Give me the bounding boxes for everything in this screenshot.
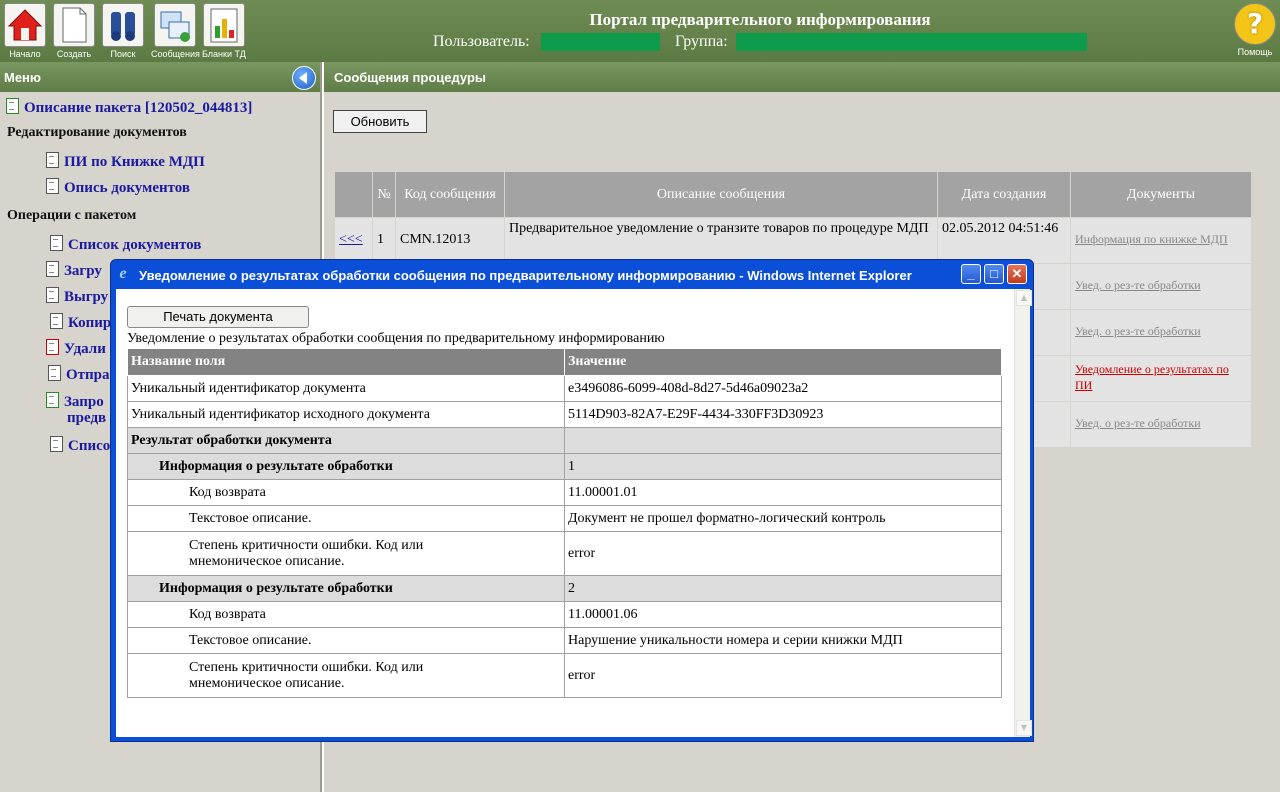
group-label: Группа: <box>675 33 728 50</box>
col-docs: Документы <box>1070 171 1252 218</box>
popup-title: Уведомление о результатах обработки сооб… <box>139 268 912 283</box>
document-icon <box>46 178 59 194</box>
col-num: № <box>372 171 396 218</box>
document-list-icon <box>50 436 63 452</box>
send-icon <box>48 365 61 381</box>
help-icon: ? <box>1234 3 1276 45</box>
maximize-button[interactable]: □ <box>984 264 1004 284</box>
doc-link[interactable]: Уведомление о результатах по ПИ <box>1075 362 1229 392</box>
user-label: Пользователь: <box>433 33 530 50</box>
section-edit-docs: Редактирование документов <box>7 125 187 140</box>
notification-caption: Уведомление о результатах обработки сооб… <box>127 331 665 346</box>
sidebar-item-doc-list[interactable]: Список документов <box>50 235 201 254</box>
table-row: Текстовое описание. Документ не прошел ф… <box>127 505 1002 532</box>
toolbar-forms-button[interactable]: Бланки ТД <box>202 3 246 59</box>
header-bar: Начало Создать Поиск Сообщения Бланки ТД… <box>0 0 1280 62</box>
sidebar-item-request[interactable]: Запро <box>46 392 104 411</box>
sidebar-item-delete[interactable]: Удали <box>46 339 106 358</box>
ie-popup-window: e Уведомление о результатах обработки со… <box>110 259 1034 742</box>
collapse-arrow-icon[interactable] <box>292 66 316 90</box>
binoculars-icon <box>102 3 144 47</box>
sidebar-item-list[interactable]: Списо <box>50 436 110 455</box>
sidebar-item-tir-carnet[interactable]: ПИ по Книжке МДП <box>46 152 205 171</box>
package-link[interactable]: Описание пакета [120502_044813] <box>6 98 252 117</box>
toolbar-messages-button[interactable]: Сообщения <box>151 3 200 59</box>
table-row: Информация о результате обработки 2 <box>127 575 1002 602</box>
doc-link[interactable]: Информация по книжке МДП <box>1075 232 1228 246</box>
row-desc: Предварительное уведомление о транзите т… <box>504 217 938 264</box>
document-list-icon <box>50 235 63 251</box>
table-row: Текстовое описание. Нарушение уникальнос… <box>127 627 1002 654</box>
user-field <box>541 33 660 51</box>
table-row: Результат обработки документа <box>127 427 1002 454</box>
toolbar-search-button[interactable]: Поиск <box>102 3 144 59</box>
refresh-button[interactable]: Обновить <box>333 110 427 133</box>
col-nav <box>334 171 373 218</box>
col-field-name: Название поля <box>127 348 565 376</box>
package-icon <box>6 98 19 114</box>
table-row: Уникальный идентификатор исходного докум… <box>127 401 1002 428</box>
toolbar-home-button[interactable]: Начало <box>4 3 46 59</box>
download-icon <box>46 287 59 303</box>
copy-icon <box>50 313 63 329</box>
home-icon <box>4 3 46 47</box>
section-package-ops: Операции с пакетом <box>7 208 137 223</box>
table-row: Код возврата 11.00001.01 <box>127 479 1002 506</box>
table-row: Код возврата 11.00001.06 <box>127 601 1002 628</box>
request-icon <box>46 392 59 408</box>
print-document-button[interactable]: Печать документа <box>127 306 309 328</box>
row-num: 1 <box>372 217 396 264</box>
main-header: Сообщения процедуры <box>324 62 1280 92</box>
sidebar-item-send[interactable]: Отпра <box>48 365 110 384</box>
menu-title: Меню <box>4 70 42 85</box>
portal-title: Портал предварительного информирования <box>589 10 931 29</box>
popup-content: ▲ ▼ Печать документа Уведомление о резул… <box>116 289 1032 737</box>
col-value: Значение <box>564 348 1002 376</box>
upload-icon <box>46 261 59 277</box>
sidebar-item-doc-inventory[interactable]: Опись документов <box>46 178 190 197</box>
sidebar-item-upload[interactable]: Загру <box>46 261 102 280</box>
table-row: Степень критичности ошибки. Код или мнем… <box>127 653 1002 698</box>
doc-link[interactable]: Увед. о рез-те обработки <box>1075 324 1201 338</box>
new-document-icon <box>53 3 95 47</box>
row-date: 02.05.2012 04:51:46 <box>937 217 1071 264</box>
messages-icon <box>154 3 197 47</box>
scroll-up-icon[interactable]: ▲ <box>1016 290 1032 306</box>
document-icon <box>46 152 59 168</box>
group-field <box>736 33 1087 51</box>
chart-icon <box>202 3 245 47</box>
table-row: Информация о результате обработки 1 <box>127 453 1002 480</box>
minimize-button[interactable]: _ <box>961 264 981 284</box>
table-row: Уникальный идентификатор документа e3496… <box>127 375 1002 402</box>
doc-link[interactable]: Увед. о рез-те обработки <box>1075 278 1201 292</box>
vertical-scrollbar[interactable]: ▲ ▼ <box>1014 289 1032 737</box>
sidebar-item-copy[interactable]: Копир <box>50 313 111 332</box>
col-date: Дата создания <box>937 171 1071 218</box>
sidebar-item-request-cont[interactable]: предв <box>67 410 106 427</box>
toolbar-help-button[interactable]: ? Помощь <box>1234 3 1276 57</box>
sidebar-header: Меню <box>0 62 320 92</box>
doc-link[interactable]: Увед. о рез-те обработки <box>1075 416 1201 430</box>
col-code: Код сообщения <box>395 171 505 218</box>
col-desc: Описание сообщения <box>504 171 938 218</box>
row-nav-link[interactable]: <<< <box>334 217 373 264</box>
result-table: Название поля Значение Уникальный иденти… <box>127 348 1002 698</box>
delete-icon <box>46 339 59 355</box>
table-row: <<< 1 CMN.12013 Предварительное уведомле… <box>334 217 1252 264</box>
close-button[interactable]: ✕ <box>1007 264 1027 284</box>
scroll-down-icon[interactable]: ▼ <box>1016 720 1032 736</box>
toolbar-create-button[interactable]: Создать <box>53 3 95 59</box>
sidebar-item-download[interactable]: Выгру <box>46 287 108 306</box>
table-row: Степень критичности ошибки. Код или мнем… <box>127 531 1002 576</box>
row-code: CMN.12013 <box>395 217 505 264</box>
